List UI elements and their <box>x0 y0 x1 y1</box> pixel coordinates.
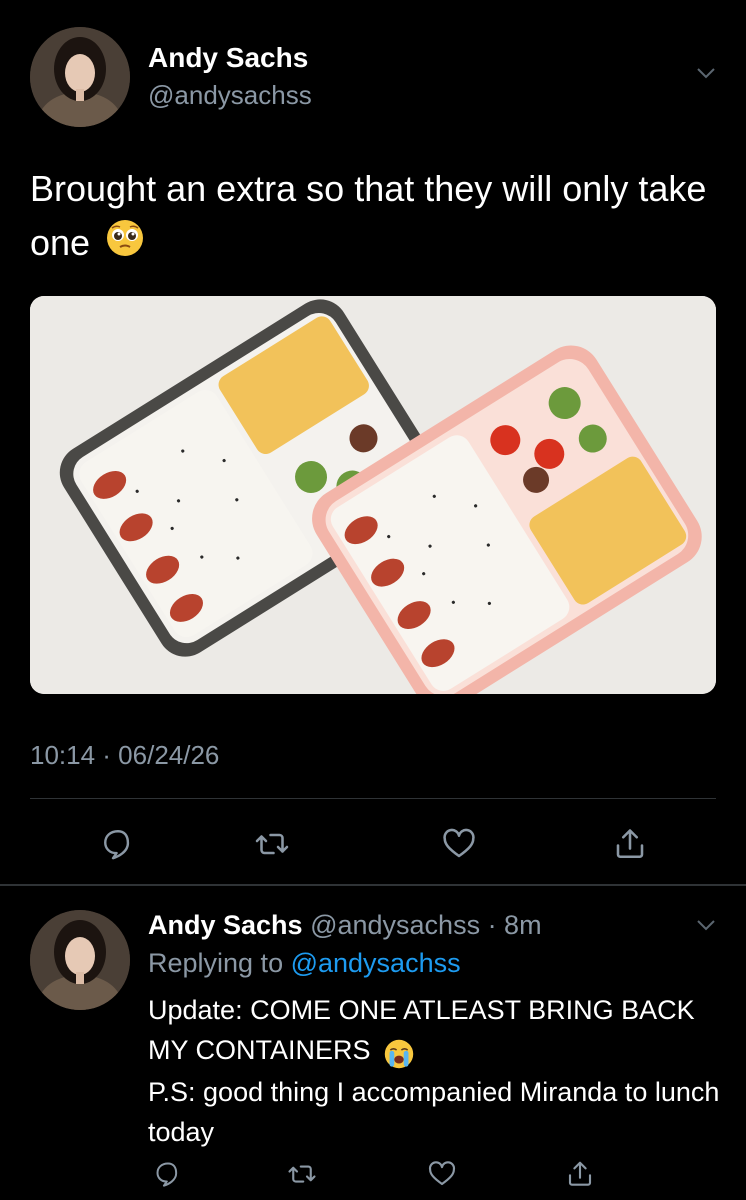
reply-icon <box>156 1162 178 1187</box>
bento-photo <box>30 296 716 694</box>
display-name[interactable]: Andy Sachs <box>148 42 308 74</box>
reply-line-2: P.S: good thing I accompanied Miranda to… <box>148 1076 720 1147</box>
like-button[interactable] <box>437 822 481 866</box>
reply-avatar[interactable] <box>30 910 130 1010</box>
retweet-button[interactable] <box>282 1154 322 1194</box>
reply-header: Andy Sachs @andysachss · 8m <box>148 910 542 941</box>
share-button[interactable] <box>560 1154 600 1194</box>
chevron-down-icon[interactable] <box>696 918 716 932</box>
reply-icon <box>104 830 130 860</box>
share-button[interactable] <box>608 822 652 866</box>
main-tweet: Andy Sachs @andysachss Brought an extra … <box>0 0 746 886</box>
reply-button[interactable] <box>96 822 140 866</box>
share-icon <box>568 1161 592 1186</box>
reply-tweet[interactable]: Andy Sachs @andysachss · 8m Replying to … <box>0 886 746 1200</box>
loudly-crying-face-emoji <box>384 1032 414 1072</box>
reply-display-name[interactable]: Andy Sachs <box>148 910 303 940</box>
tweet-photo[interactable] <box>30 296 716 694</box>
like-button[interactable] <box>422 1154 462 1194</box>
like-icon <box>428 1161 456 1186</box>
reply-line-1: Update: COME ONE ATLEAST BRING BACK MY C… <box>148 990 728 1072</box>
reply-text: Update: COME ONE ATLEAST BRING BACK MY C… <box>148 990 728 1152</box>
reply-line-1-content: Update: COME ONE ATLEAST BRING BACK MY C… <box>148 995 695 1065</box>
retweet-icon <box>255 833 289 855</box>
avatar-image <box>30 27 130 127</box>
retweet-icon <box>288 1165 316 1183</box>
share-icon <box>616 829 644 859</box>
divider <box>30 798 716 799</box>
reply-action-bar <box>0 1154 746 1194</box>
mention-link[interactable]: @andysachss <box>291 948 461 978</box>
like-icon <box>443 828 475 858</box>
reply-button[interactable] <box>148 1154 188 1194</box>
retweet-button[interactable] <box>250 822 294 866</box>
replying-prefix: Replying to <box>148 948 291 978</box>
avatar-image <box>30 910 130 1010</box>
avatar[interactable] <box>30 27 130 127</box>
action-bar <box>0 822 746 866</box>
tweet-text: Brought an extra so that they will only … <box>30 162 720 272</box>
reply-handle-time[interactable]: @andysachss · 8m <box>310 910 542 940</box>
timestamp[interactable]: 10:14 · 06/24/26 <box>30 740 219 771</box>
pleading-face-emoji <box>106 218 144 272</box>
chevron-down-icon[interactable] <box>696 66 716 80</box>
replying-to: Replying to @andysachss <box>148 948 461 979</box>
handle[interactable]: @andysachss <box>148 80 312 111</box>
